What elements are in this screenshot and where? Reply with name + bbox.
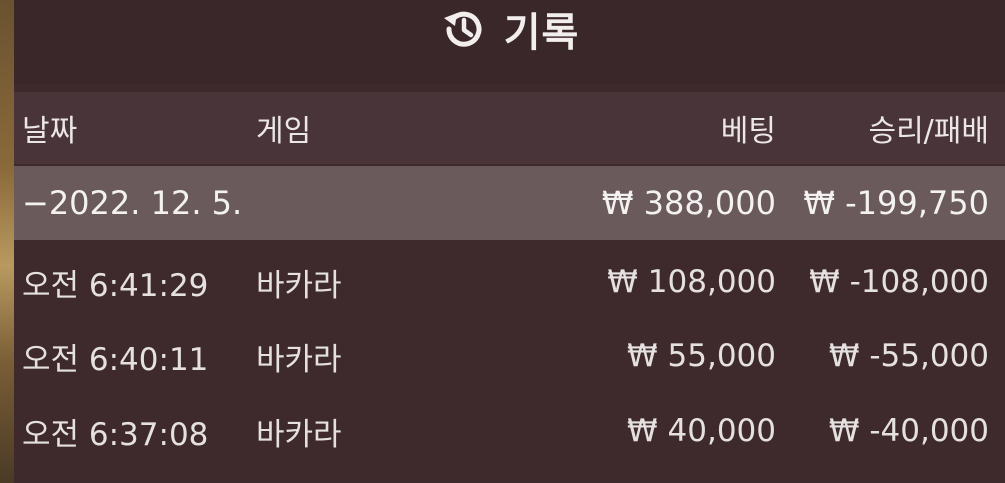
row-time: 오전 6:41:29 [22,267,209,304]
row-game: 바카라 [256,341,342,378]
column-header-game: 게임 [256,114,312,149]
table-row[interactable]: 오전 6:37:08 바카라 ₩ 40,000 ₩ -40,000 [14,393,1005,469]
page-title: 기록 [503,10,580,56]
column-header-result: 승리/패배 [868,114,989,149]
table-row[interactable]: 오전 6:40:11 바카라 ₩ 55,000 ₩ -55,000 [14,318,1005,394]
title-group: 기록 [440,0,580,58]
column-header-date: 날짜 [22,114,78,149]
row-time: 오전 6:40:11 [22,341,209,378]
row-bet: ₩ 108,000 [607,264,776,300]
history-panel: 기록 날짜 게임 베팅 승리/패배 −2022. 12. 5. ₩ 388,00… [14,0,1005,483]
row-time: 오전 6:37:08 [22,416,209,453]
row-result: ₩ -55,000 [828,338,989,374]
history-icon [440,6,486,52]
row-bet: ₩ 55,000 [627,338,776,374]
column-header-bet: 베팅 [720,114,776,149]
table-header: 날짜 게임 베팅 승리/패배 [14,92,1005,164]
date-group-label: −2022. 12. 5. [22,184,243,222]
date-group-bet-total: ₩ 388,000 [601,184,776,222]
date-group-result-total: ₩ -199,750 [803,184,989,222]
row-game: 바카라 [256,416,342,453]
table-row[interactable]: 오전 6:41:29 바카라 ₩ 108,000 ₩ -108,000 [14,244,1005,320]
row-result: ₩ -108,000 [809,264,989,300]
date-group-row[interactable]: −2022. 12. 5. ₩ 388,000 ₩ -199,750 [14,166,1005,240]
row-result: ₩ -40,000 [828,413,989,449]
row-game: 바카라 [256,267,342,304]
title-bar: 기록 [14,0,1005,84]
background-edge [0,0,14,483]
row-bet: ₩ 40,000 [627,413,776,449]
